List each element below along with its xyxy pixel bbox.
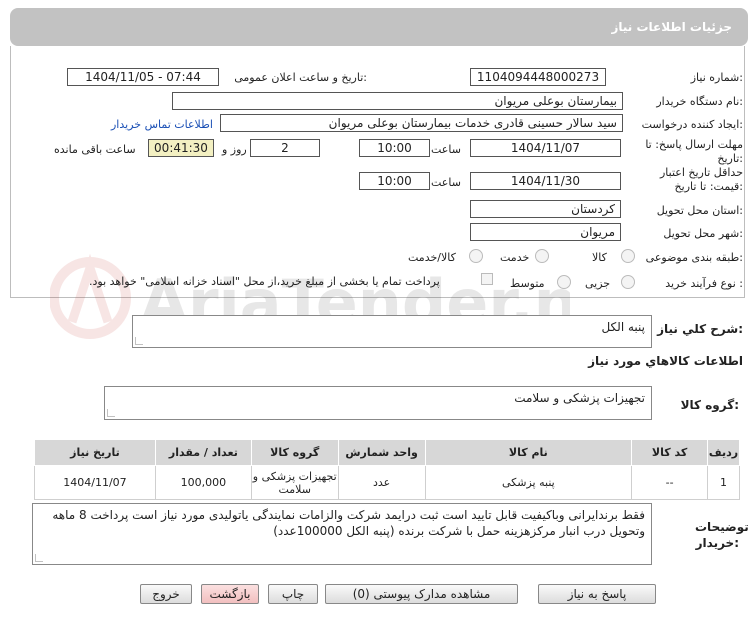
announce-label: تاریخ و ساعت اعلان عمومی: [234,71,367,84]
col-header-unit: واحد شمارش [337,439,426,466]
goods-group-textarea[interactable]: تجهیزات پزشکی و سلامت [104,386,652,420]
col-header-row-no: ردیف [707,439,740,466]
category-option-service: خدمت [500,251,530,264]
deadline-time-label: ساعت [431,143,461,156]
buyer-notes-textarea[interactable]: فقط برندایرانی وباکیفیت قابل تایید است ث… [32,503,652,565]
col-header-quantity: تعداد / مقدار [154,439,252,466]
col-header-group: گروه کالا [250,439,339,466]
category-radio-both[interactable] [469,249,483,263]
buyer-notes-label: توضیحات خریدار: [695,520,749,550]
need-number-field: 1104094448000273 [470,68,606,86]
summary-text: پنبه الکل [601,320,645,334]
process-label: نوع فرآیند خرید : [665,277,743,290]
days-label: روز و [222,143,247,156]
resize-grip-icon[interactable] [35,554,43,562]
category-option-both: کالا/خدمت [408,251,456,264]
remaining-label: ساعت باقی مانده [54,143,136,156]
deadline-time-field: 10:00 [359,139,430,157]
resize-grip-icon[interactable] [135,337,143,345]
goods-info-title: اطلاعات کالاهاي مورد نياز [588,354,743,368]
col-header-date: تاریخ نیاز [34,439,156,466]
page-title: جزئیات اطلاعات نیاز [611,20,732,34]
process-option-medium: متوسط [510,277,545,290]
category-option-goods: کالا [592,251,607,264]
cell-group: تجهیزات پزشکی و سلامت [250,465,339,500]
category-label: طبقه بندی موضوعی: [645,251,743,264]
requester-label: ایجاد کننده درخواست: [641,118,743,131]
cell-quantity: 100,000 [154,465,252,500]
exit-button[interactable]: خروج [140,584,192,604]
validity-label: حداقل تاریخ اعتبار قیمت: تا تاریخ: [659,166,743,193]
announce-field: 1404/11/05 - 07:44 [67,68,219,86]
validity-time-field: 10:00 [359,172,430,190]
print-button[interactable]: چاپ [268,584,318,604]
province-label: استان محل تحویل: [656,204,743,217]
requester-field: سید سالار حسینی قادری خدمات بیمارستان بو… [220,114,623,132]
goods-group-text: تجهیزات پزشکی و سلامت [514,391,645,405]
deadline-date-field: 1404/11/07 [470,139,621,157]
col-header-code: کد کالا [631,439,709,466]
buyer-notes-text: فقط برندایرانی وباکیفیت قابل تایید است ث… [52,508,645,538]
category-radio-service[interactable] [535,249,549,263]
goods-group-label: گروه کالا: [680,398,739,412]
city-field: مریوان [470,223,621,241]
summary-label: شرح کلي نياز: [657,322,743,336]
back-button[interactable]: بازگشت [201,584,259,604]
remaining-time-field: 00:41:30 [148,139,214,157]
treasury-note: پرداخت تمام یا بخشی از مبلغ خرید،از محل … [89,275,440,288]
province-field: کردستان [470,200,621,218]
col-header-name: نام کالا [424,439,633,466]
resize-grip-icon[interactable] [107,409,115,417]
page-header: جزئیات اطلاعات نیاز [10,8,748,46]
cell-code: -- [631,465,709,500]
process-option-minor: جزیی [585,277,611,290]
deadline-label: مهلت ارسال پاسخ: تا تاریخ: [645,138,743,165]
treasury-checkbox[interactable] [481,273,493,285]
process-radio-medium[interactable] [557,275,571,289]
city-label: شهر محل تحویل: [663,227,743,240]
cell-row-no: 1 [707,465,740,500]
table-header-row: ردیف کد کالا نام کالا واحد شمارش گروه کا… [34,439,740,466]
buyer-contact-link[interactable]: اطلاعات تماس خریدار [111,118,213,131]
process-radio-minor[interactable] [621,275,635,289]
category-radio-goods[interactable] [621,249,635,263]
cell-date: 1404/11/07 [34,465,156,500]
view-attachments-button[interactable]: مشاهده مدارک پیوستی (0) [325,584,518,604]
buyer-org-label: نام دستگاه خریدار: [656,95,743,108]
table-row: 1 -- پنبه پزشکی عدد تجهیزات پزشکی و سلام… [34,465,740,500]
cell-unit: عدد [337,465,426,500]
days-remaining-field: 2 [250,139,320,157]
items-table: ردیف کد کالا نام کالا واحد شمارش گروه کا… [34,439,740,500]
cell-name: پنبه پزشکی [424,465,633,500]
summary-textarea[interactable]: پنبه الکل [132,315,652,348]
buyer-org-field: بیمارستان بوعلی مریوان [172,92,623,110]
need-number-label: شماره نیاز: [690,71,743,84]
validity-time-label: ساعت [431,176,461,189]
validity-date-field: 1404/11/30 [470,172,621,190]
reply-button[interactable]: پاسخ به نیاز [538,584,656,604]
